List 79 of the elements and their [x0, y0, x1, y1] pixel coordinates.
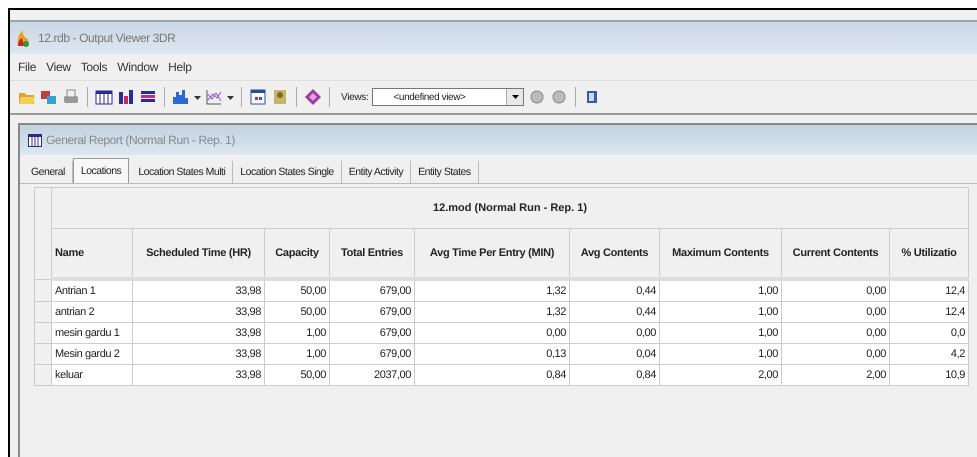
column-header: Name [52, 228, 132, 279]
column-header: % Utilizatio [890, 228, 969, 279]
windows-icon[interactable] [40, 88, 58, 106]
printer-icon[interactable] [62, 88, 80, 106]
views-dropdown[interactable]: <undefined view> [372, 88, 524, 106]
table-cell: 0,00 [570, 322, 660, 344]
tab[interactable]: Location States Multi [131, 161, 234, 183]
table-cell: 50,00 [264, 302, 330, 322]
table-cell: 33,98 [132, 322, 264, 344]
table-cell: 33,98 [132, 279, 264, 302]
table-cell: 1,00 [660, 279, 782, 302]
menu-item[interactable]: Window [117, 60, 158, 74]
column-header: Scheduled Time (HR) [132, 228, 264, 279]
table-cell: 50,00 [264, 364, 330, 386]
report-title: General Report (Normal Run - Rep. 1) [46, 133, 236, 147]
table-cell: 33,98 [132, 364, 264, 386]
column-header: Avg Contents [570, 228, 660, 279]
table-cell: 12,4 [890, 302, 969, 322]
table-cell: 50,00 [264, 279, 330, 302]
table-cell: Mesin gardu 2 [52, 344, 132, 364]
menu-item[interactable]: View [46, 60, 71, 74]
table-cell: 1,00 [660, 344, 782, 364]
table-cell: 0,0 [890, 322, 969, 344]
table-cell: 1,00 [660, 322, 782, 344]
table-cell: 0,44 [570, 279, 660, 302]
table-cell: 2,00 [782, 364, 890, 386]
tab[interactable]: Entity Activity [342, 161, 412, 183]
column-header: Capacity [264, 228, 330, 279]
table-icon[interactable] [95, 88, 113, 106]
table-cell: 12,4 [890, 279, 969, 302]
table-cell: 0,04 [570, 344, 660, 364]
table-cell: 33,98 [132, 344, 264, 364]
views-label: Views: [341, 92, 368, 102]
app-logo-icon [16, 29, 30, 47]
window-title: 12.rdb - Output Viewer 3DR [38, 31, 176, 45]
column-header: Maximum Contents [660, 228, 782, 279]
tab[interactable]: Location States Single [233, 161, 342, 183]
table-cell: 10,9 [890, 364, 969, 386]
menu-item[interactable]: File [18, 60, 36, 74]
table-cell: 1,32 [414, 302, 570, 322]
table-cell: 1,00 [660, 302, 782, 322]
bar-chart-icon[interactable] [117, 88, 135, 106]
histogram-icon[interactable] [172, 88, 190, 106]
column-header: Total Entries [330, 228, 414, 279]
table-cell: 0,84 [414, 364, 570, 386]
table-cell: 2037,00 [330, 364, 414, 386]
table-cell: 0,44 [570, 302, 660, 322]
line-chart-icon[interactable] [205, 88, 223, 106]
table-cell: 33,98 [132, 302, 264, 322]
table-cell: antrian 2 [52, 302, 132, 322]
table-cell: 0,00 [782, 279, 890, 302]
table-cell: 1,00 [264, 344, 330, 364]
table-cell: 0,84 [570, 364, 660, 386]
caret-icon[interactable] [512, 94, 519, 100]
table-cell: 679,00 [330, 279, 414, 302]
column-header: Avg Time Per Entry (MIN) [414, 228, 570, 279]
tab[interactable]: Entity States [411, 161, 479, 183]
table-cell: 2,00 [660, 364, 782, 386]
table-icon [28, 134, 42, 146]
menu-item[interactable]: Tools [80, 60, 108, 74]
tab[interactable]: Locations [72, 158, 130, 183]
table-cell: 4,2 [890, 344, 969, 364]
column-header: Current Contents [782, 228, 890, 279]
table-cell: mesin gardu 1 [52, 322, 132, 344]
menu-item[interactable]: Help [168, 60, 192, 74]
table-cell: keluar [52, 364, 132, 386]
table-cell: 0,00 [782, 322, 890, 344]
table-cell: 679,00 [330, 344, 414, 364]
table-cell: 1,32 [414, 279, 570, 302]
table-cell: 0,00 [782, 302, 890, 322]
table-cell: 0,00 [782, 344, 890, 364]
table-cell: 679,00 [330, 302, 414, 322]
table-cell: Antrian 1 [52, 279, 132, 302]
table-cell: 679,00 [330, 322, 414, 344]
window-icon[interactable] [249, 88, 267, 106]
table-cell: 0,13 [414, 344, 570, 364]
table-caption: 12.mod (Normal Run - Rep. 1) [52, 188, 969, 228]
table-cell: 0,00 [414, 322, 570, 344]
table-cell: 1,00 [264, 322, 330, 344]
